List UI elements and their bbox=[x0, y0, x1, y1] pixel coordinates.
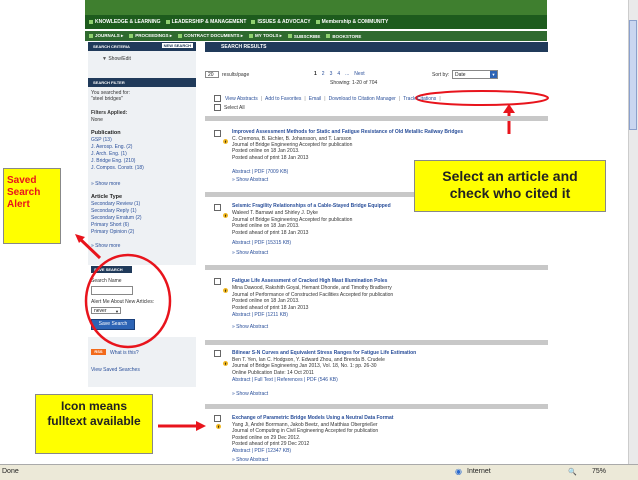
save-search-highlight-ellipse bbox=[84, 253, 172, 349]
page-link[interactable]: 4 bbox=[337, 71, 340, 77]
article-checkbox[interactable] bbox=[214, 415, 221, 422]
article-links[interactable]: Abstract | PDF (15315 KB) bbox=[232, 240, 291, 246]
article-online: Posted online on 18 Jan 2013. bbox=[232, 223, 300, 229]
article-online: Online Publication Date: 14 Oct 2011 bbox=[232, 370, 314, 376]
results-header: SEARCH RESULTS bbox=[205, 42, 548, 52]
browser-status-bar: Done ◉ Internet 🔍 75% bbox=[0, 464, 638, 480]
article-ahead: Posted ahead of print 29 Dec 2012 bbox=[232, 441, 310, 447]
pagination: 1 2 3 4 ... Next bbox=[314, 71, 365, 77]
show-abstract-link[interactable]: » Show Abstract bbox=[232, 250, 268, 256]
sort-select[interactable]: Date ▼ bbox=[452, 70, 498, 79]
article-title[interactable]: Bilinear S-N Curves and Equivalent Stres… bbox=[232, 350, 416, 356]
arrow-diagonal-shaft bbox=[77, 236, 102, 260]
article-checkbox[interactable] bbox=[214, 278, 221, 285]
arrow-right-icon bbox=[196, 421, 206, 431]
article-checkbox[interactable] bbox=[214, 130, 221, 137]
article-actions-toolbar: View Abstracts | Add to Favorites | Email |… bbox=[225, 96, 441, 102]
zoom-level[interactable]: 75% bbox=[592, 468, 606, 475]
row-divider bbox=[205, 404, 548, 409]
row-divider bbox=[205, 265, 548, 270]
article-ahead: Posted ahead of print 18 Jan 2013 bbox=[232, 230, 309, 236]
fulltext-icon: f bbox=[223, 288, 228, 293]
article-ahead: Posted ahead of print 18 Jan 2013 bbox=[232, 155, 309, 161]
article-title[interactable]: Fatigue Life Assessment of Cracked High … bbox=[232, 278, 387, 284]
globe-icon: ◉ bbox=[455, 467, 462, 476]
results-header-label: SEARCH RESULTS bbox=[221, 44, 267, 50]
row-divider bbox=[205, 116, 548, 121]
download-citation-link[interactable]: Download to Citation Manager bbox=[329, 96, 396, 102]
per-page-label: results/page bbox=[222, 72, 250, 78]
article-ahead: Posted ahead of print 18 Jan 2013 bbox=[232, 305, 309, 311]
article-checkbox[interactable] bbox=[214, 204, 221, 211]
page-link[interactable]: 3 bbox=[330, 71, 333, 77]
article-authors: Mina Dawood, Rakshith Goyal, Hemant Dhon… bbox=[232, 285, 392, 291]
fulltext-icon: f bbox=[223, 213, 228, 218]
page-link[interactable]: ... bbox=[345, 71, 349, 77]
next-page-link[interactable]: Next bbox=[354, 71, 364, 77]
article-journal: Journal of Bridge Engineering Jan 2013, … bbox=[232, 363, 377, 369]
page-link[interactable]: 2 bbox=[322, 71, 325, 77]
security-zone: Internet bbox=[467, 468, 491, 475]
show-abstract-link[interactable]: » Show Abstract bbox=[232, 457, 268, 463]
article-links[interactable]: Abstract | PDF (1211 KB) bbox=[232, 312, 288, 318]
select-all-checkbox[interactable] bbox=[214, 104, 221, 111]
article-title[interactable]: Seismic Fragility Relationships of a Cab… bbox=[232, 203, 391, 209]
show-abstract-link[interactable]: » Show Abstract bbox=[232, 391, 268, 397]
article-action-checkbox[interactable] bbox=[214, 95, 221, 102]
show-abstract-link[interactable]: » Show Abstract bbox=[232, 324, 268, 330]
fulltext-icon: f bbox=[223, 139, 228, 144]
article-authors: Waleed T. Barnawi and Shirley J. Dyke bbox=[232, 210, 318, 216]
article-title[interactable]: Improved Assessment Methods for Static a… bbox=[232, 129, 463, 135]
showing-count: Showing: 1-20 of 704 bbox=[330, 80, 378, 86]
fulltext-icon-callout: Icon means fulltext available bbox=[35, 394, 153, 454]
chevron-down-icon: ▼ bbox=[490, 71, 497, 78]
row-divider bbox=[205, 340, 548, 345]
saved-search-alert-callout: Saved Search Alert bbox=[3, 168, 61, 244]
article-links[interactable]: Abstract | PDF (12347 KB) bbox=[232, 448, 291, 454]
view-abstracts-link[interactable]: View Abstracts bbox=[225, 96, 258, 102]
article-online: Posted online on 18 Jan 2013. bbox=[232, 148, 300, 154]
add-to-favorites-link[interactable]: Add to Favorites bbox=[265, 96, 301, 102]
track-citations-link[interactable]: Track Citations bbox=[403, 96, 436, 102]
email-link[interactable]: Email bbox=[309, 96, 322, 102]
article-links[interactable]: Abstract | PDF (7009 KB) bbox=[232, 169, 288, 175]
fulltext-icon: f bbox=[223, 361, 228, 366]
scrollbar-thumb[interactable] bbox=[629, 20, 637, 130]
article-checkbox[interactable] bbox=[214, 350, 221, 357]
status-text: Done bbox=[2, 468, 19, 475]
sort-label: Sort by: bbox=[432, 72, 450, 78]
track-citations-callout: Select an article and check who cited it bbox=[414, 160, 606, 212]
sort-value: Date bbox=[455, 72, 466, 78]
per-page-value: 20 bbox=[208, 72, 214, 78]
article-links[interactable]: Abstract | Full Text | References | PDF … bbox=[232, 377, 338, 383]
article-title[interactable]: Exchange of Parametric Bridge Models Usi… bbox=[232, 415, 393, 421]
page-link-current[interactable]: 1 bbox=[314, 71, 317, 77]
per-page-select[interactable]: 20 bbox=[205, 71, 219, 78]
select-all-label: Select All bbox=[224, 105, 245, 111]
fulltext-icon: f bbox=[216, 424, 221, 429]
show-abstract-link[interactable]: » Show Abstract bbox=[232, 177, 268, 183]
article-journal: Journal of Computing in Civil Engineerin… bbox=[232, 428, 379, 434]
article-online: Posted online on 18 Jan 2013. bbox=[232, 298, 300, 304]
zoom-icon: 🔍 bbox=[568, 469, 577, 476]
